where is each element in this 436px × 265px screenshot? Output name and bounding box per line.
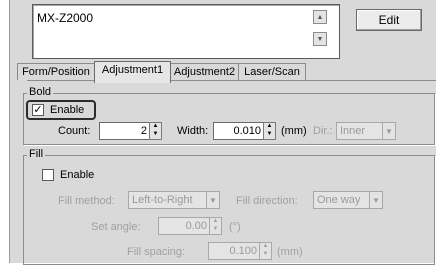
- chevron-down-icon: ▼: [209, 195, 217, 205]
- bold-enable-checkbox[interactable]: ✓: [32, 104, 44, 116]
- spin-down-icon: ▼: [152, 131, 159, 137]
- arrow-up-icon: ▲: [316, 13, 324, 21]
- scroll-up-button[interactable]: ▲: [313, 10, 327, 24]
- spin-up-icon: ▲: [266, 123, 273, 129]
- fill-direction-label: Fill direction:: [236, 195, 298, 207]
- spin-up-icon: ▲: [152, 123, 159, 129]
- spin-up-icon: ▲: [262, 243, 269, 249]
- set-angle-unit: (°): [229, 221, 241, 233]
- dir-dropdown-button[interactable]: ▼: [382, 122, 396, 140]
- width-input[interactable]: 0.010: [213, 122, 264, 140]
- spin-down-icon: ▼: [212, 226, 219, 232]
- settings-panel: MX-Z2000 ▲ ▼ Edit Form/Position Adjustme…: [9, 0, 436, 265]
- fill-group-label: Fill: [27, 148, 46, 160]
- tab-laser-scan[interactable]: Laser/Scan: [238, 63, 306, 80]
- count-input[interactable]: 2: [99, 122, 150, 140]
- tab-form-position[interactable]: Form/Position: [17, 63, 95, 80]
- edit-button[interactable]: Edit: [356, 9, 422, 31]
- fill-enable-checkbox[interactable]: [42, 169, 54, 181]
- fill-method-label: Fill method:: [58, 195, 115, 207]
- chevron-down-icon: ▼: [372, 195, 380, 205]
- spin-down-icon: ▼: [262, 251, 269, 257]
- fill-spacing-spinner[interactable]: ▲ ▼: [259, 242, 272, 260]
- width-unit: (mm): [281, 125, 307, 137]
- chevron-down-icon: ▼: [385, 126, 393, 136]
- dir-select[interactable]: Inner: [336, 122, 383, 140]
- arrow-down-icon: ▼: [316, 35, 324, 43]
- count-spinner[interactable]: ▲ ▼: [149, 122, 162, 140]
- fill-spacing-input[interactable]: 0.100: [208, 242, 260, 260]
- tab-adjustment2[interactable]: Adjustment2: [170, 63, 239, 80]
- width-spinner[interactable]: ▲ ▼: [263, 122, 276, 140]
- fill-direction-dropdown-button[interactable]: ▼: [369, 191, 383, 209]
- width-label: Width:: [177, 125, 209, 137]
- fill-direction-select[interactable]: One way: [313, 191, 370, 209]
- count-label: Count:: [58, 125, 91, 137]
- fill-enable-label: Enable: [60, 169, 95, 181]
- bold-enable-label: Enable: [50, 104, 85, 116]
- dir-label: Dir.:: [313, 125, 333, 137]
- fill-method-dropdown-button[interactable]: ▼: [206, 191, 220, 209]
- bold-group-label: Bold: [27, 86, 54, 98]
- tab-adjustment1[interactable]: Adjustment1: [94, 61, 171, 83]
- model-listbox-value: MX-Z2000: [37, 11, 94, 25]
- set-angle-spinner[interactable]: ▲ ▼: [209, 217, 222, 235]
- checkmark-icon: ✓: [33, 103, 43, 116]
- set-angle-label: Set angle:: [91, 221, 141, 233]
- fill-method-select[interactable]: Left-to-Right: [128, 191, 207, 209]
- tab-divider: [27, 80, 436, 81]
- spin-down-icon: ▼: [266, 131, 273, 137]
- spin-up-icon: ▲: [212, 218, 219, 224]
- scroll-down-button[interactable]: ▼: [313, 32, 327, 46]
- set-angle-input[interactable]: 0.00: [158, 217, 210, 235]
- model-listbox[interactable]: MX-Z2000: [32, 4, 340, 59]
- fill-spacing-label: Fill spacing:: [127, 246, 186, 258]
- fill-spacing-unit: (mm): [277, 246, 303, 258]
